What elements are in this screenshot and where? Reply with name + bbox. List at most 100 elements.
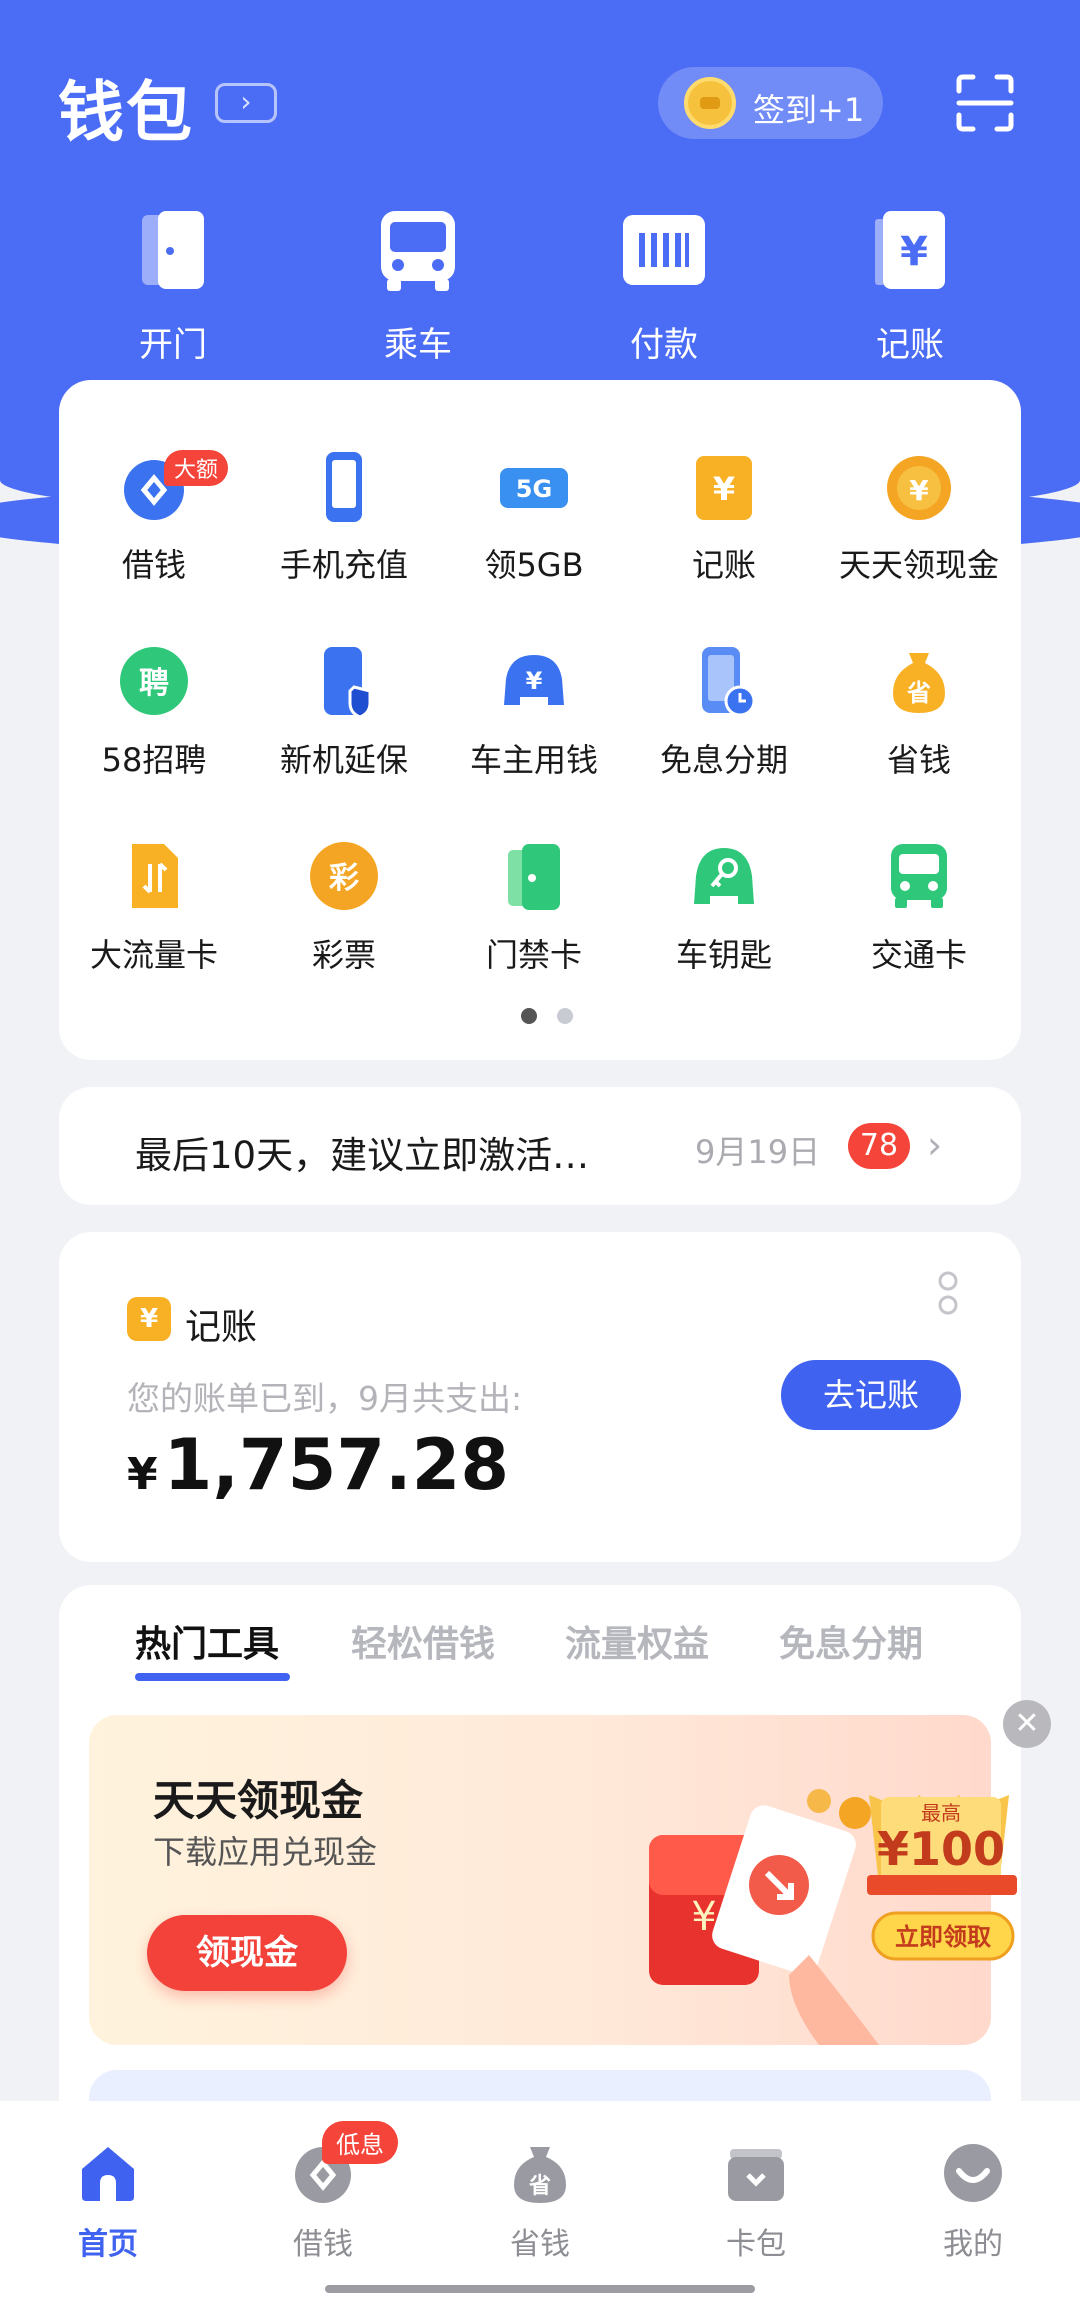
tab-label: 省钱 (510, 2227, 570, 2262)
access-card-icon (498, 840, 570, 912)
more-icon[interactable] (937, 1270, 959, 1316)
service-label: 大流量卡 (89, 936, 218, 974)
tab-interest-free[interactable]: 免息分期 (779, 1615, 923, 1667)
activation-notice[interactable]: 最后10天，建议立即激活… 9月19日 78 › (59, 1087, 1021, 1205)
service-label: 58招聘 (101, 741, 207, 779)
services-card: 大额 借钱 手机充值 5G 领5GB ¥ 记账 ¥ 天天领现金 聘 58招聘 新… (59, 380, 1021, 1060)
bottom-tab-bar: 首页 借钱 低息 省 省钱 卡包 我的 (0, 2101, 1080, 2299)
service-extended-warranty[interactable]: 新机延保 (249, 645, 439, 781)
scan-icon[interactable] (955, 73, 1015, 133)
svg-text:¥: ¥ (909, 474, 929, 507)
page-indicator (511, 1008, 583, 1028)
currency-symbol: ¥ (127, 1449, 158, 1500)
coin-icon (684, 77, 736, 129)
tab-underline (135, 1673, 290, 1681)
service-label: 记账 (691, 546, 756, 584)
promo-art-button: 立即领取 (895, 1923, 991, 1951)
title-arrow-button[interactable]: › (215, 83, 277, 123)
amount-value: 1,757.28 (163, 1424, 510, 1506)
bill-amount: ¥1,757.28 (127, 1424, 509, 1506)
loan-badge: 大额 (164, 450, 229, 486)
chevron-right-icon: › (927, 1123, 943, 1167)
car-key-icon (688, 840, 760, 912)
service-save-money[interactable]: 省 省钱 (819, 645, 1019, 781)
close-icon[interactable]: ✕ (1003, 1700, 1051, 1748)
transit-card-icon (883, 840, 955, 912)
service-label: 彩票 (311, 936, 376, 974)
service-label: 省钱 (886, 741, 951, 779)
tab-label: 我的 (943, 2227, 1003, 2262)
signin-button[interactable]: 签到+1 (658, 67, 883, 139)
service-label: 天天领现金 (838, 546, 999, 584)
signin-label: 签到+1 (753, 91, 865, 129)
tab-card-wallet[interactable]: 卡包 (676, 2141, 836, 2263)
promo-title: 天天领现金 (153, 1776, 364, 1825)
promo-art-amount: ¥100 (877, 1822, 1005, 1876)
bill-title: 记账 (185, 1307, 258, 1348)
service-lottery[interactable]: 彩 彩票 (249, 840, 439, 976)
bill-card: ¥ 记账 您的账单已到，9月共支出: ¥1,757.28 去记账 (59, 1232, 1021, 1562)
page-dot (557, 1008, 573, 1024)
home-icon (76, 2141, 140, 2205)
service-car-key[interactable]: 车钥匙 (629, 840, 819, 976)
svg-text:¥: ¥ (900, 229, 928, 275)
service-label: 门禁卡 (485, 936, 582, 974)
bus-icon (381, 211, 455, 291)
card-wallet-icon (724, 2141, 788, 2205)
quick-open-door[interactable]: 开门 (93, 205, 253, 365)
profile-icon (941, 2141, 1005, 2205)
recruit-icon: 聘 (118, 645, 190, 717)
service-label: 免息分期 (659, 741, 788, 779)
tab-hot-tools[interactable]: 热门工具 (135, 1615, 279, 1667)
tab-save[interactable]: 省 省钱 (460, 2141, 620, 2263)
service-car-owner-loan[interactable]: ¥ 车主用钱 (439, 645, 629, 781)
promo-banner[interactable]: 天天领现金 下载应用兑现金 领现金 ¥ 最高 ¥100 立即领取 (89, 1715, 1017, 2045)
service-label: 借钱 (121, 546, 186, 584)
money-bag-icon: 省 (508, 2141, 572, 2205)
quick-pay[interactable]: 付款 (584, 205, 744, 365)
service-58-recruit[interactable]: 聘 58招聘 (59, 645, 249, 781)
service-label: 车主用钱 (469, 741, 598, 779)
svg-text:省: 省 (528, 2174, 551, 2199)
ledger-icon: ¥ (127, 1297, 171, 1341)
svg-text:彩: 彩 (329, 861, 359, 896)
service-label: 手机充值 (279, 546, 408, 584)
tab-label: 卡包 (726, 2227, 786, 2262)
promo-illustration: ¥ 最高 ¥100 立即领取 (649, 1789, 1017, 2045)
go-ledger-button[interactable]: 去记账 (781, 1360, 961, 1430)
door-icon (142, 211, 204, 289)
service-data-card[interactable]: 大流量卡 (59, 840, 249, 976)
phone-icon (308, 450, 380, 522)
tab-data-benefits[interactable]: 流量权益 (565, 1615, 709, 1667)
svg-text:¥: ¥ (526, 667, 543, 695)
service-access-card[interactable]: 门禁卡 (439, 840, 629, 976)
get-cash-button[interactable]: 领现金 (147, 1915, 347, 1991)
service-transit-card[interactable]: 交通卡 (819, 840, 1019, 976)
service-daily-cash[interactable]: ¥ 天天领现金 (819, 450, 1019, 586)
car-yuan-icon: ¥ (498, 645, 570, 717)
quick-ledger[interactable]: ¥ 记账 (830, 205, 990, 365)
service-interest-free[interactable]: 免息分期 (629, 645, 819, 781)
service-label: 新机延保 (279, 741, 408, 779)
tab-home[interactable]: 首页 (28, 2141, 188, 2263)
tab-easy-loan[interactable]: 轻松借钱 (351, 1615, 495, 1667)
service-ledger[interactable]: ¥ 记账 (629, 450, 819, 586)
quick-ride[interactable]: 乘车 (338, 205, 498, 365)
notice-date: 9月19日 (695, 1133, 821, 1171)
service-5gb[interactable]: 5G 领5GB (439, 450, 629, 586)
tab-profile[interactable]: 我的 (893, 2141, 1053, 2263)
notice-count-badge: 78 (848, 1123, 910, 1169)
money-bag-icon: 省 (883, 645, 955, 717)
service-loan[interactable]: 大额 借钱 (59, 450, 249, 586)
lottery-icon: 彩 (308, 840, 380, 912)
low-interest-badge: 低息 (322, 2121, 398, 2164)
quick-label: 开门 (139, 325, 207, 365)
promo-subtitle: 下载应用兑现金 (153, 1833, 378, 1871)
home-indicator (325, 2285, 755, 2293)
sim-card-icon (118, 840, 190, 912)
tab-label: 首页 (78, 2227, 138, 2262)
service-label: 领5GB (484, 546, 584, 584)
5g-icon: 5G (498, 450, 570, 522)
svg-text:聘: 聘 (139, 666, 169, 701)
service-phone-recharge[interactable]: 手机充值 (249, 450, 439, 586)
